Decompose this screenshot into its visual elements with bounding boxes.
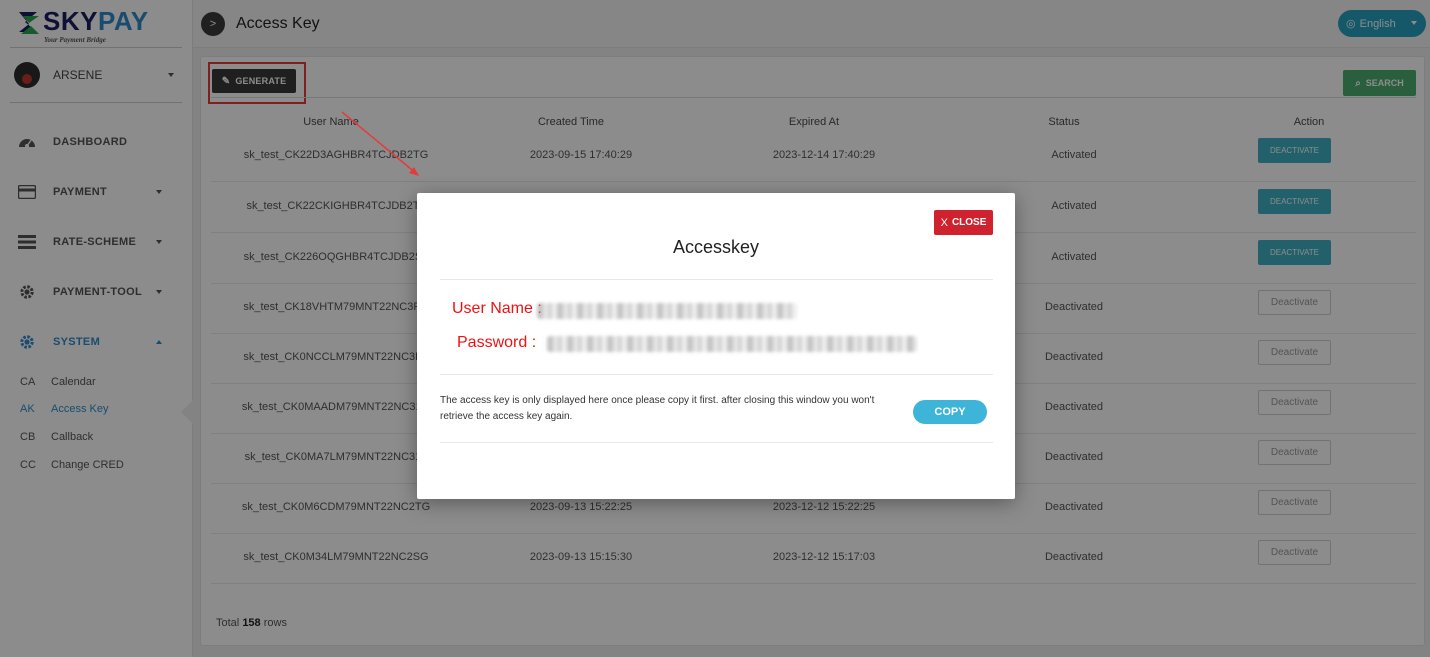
close-icon: X: [940, 216, 948, 229]
copy-warning-note: The access key is only displayed here on…: [440, 395, 875, 422]
dialog-divider: [440, 442, 993, 443]
username-label: User Name :: [452, 300, 542, 317]
password-value-redacted: [547, 336, 917, 352]
username-value-redacted: [537, 303, 797, 319]
copy-button[interactable]: COPY: [913, 400, 987, 424]
close-label: CLOSE: [951, 217, 987, 228]
accesskey-dialog: X CLOSE Accesskey User Name : Password :…: [417, 193, 1015, 499]
close-button[interactable]: X CLOSE: [934, 210, 993, 235]
password-label: Password :: [457, 334, 537, 351]
dialog-title: Accesskey: [672, 237, 760, 257]
dialog-divider: [440, 279, 993, 280]
dialog-divider: [440, 374, 993, 375]
